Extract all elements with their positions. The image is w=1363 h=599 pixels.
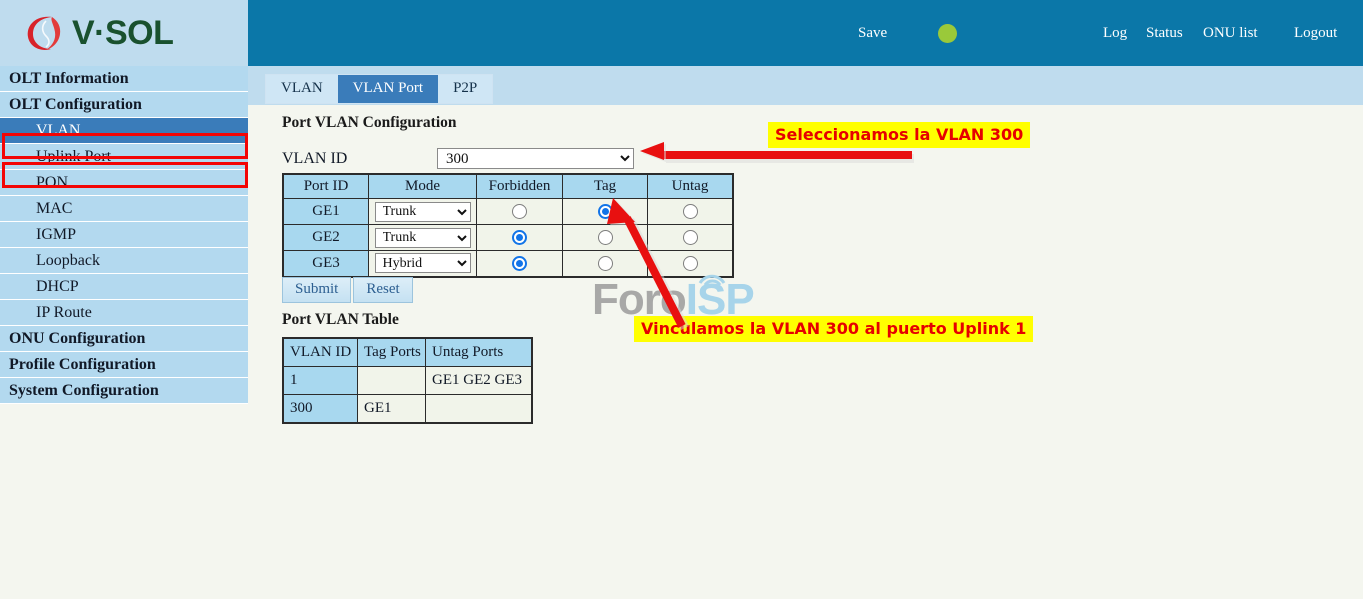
brand-logo: V·SOL	[0, 0, 248, 66]
column-header-mode: Mode	[368, 173, 477, 199]
top-header: V·SOL Save Log Status ONU list Logout	[0, 0, 1363, 66]
port-id-cell: GE1	[282, 198, 369, 225]
vsol-swirl-logo-icon	[22, 11, 66, 55]
sidebar-item-profile-configuration[interactable]: Profile Configuration	[0, 352, 248, 378]
forbidden-cell	[476, 198, 563, 225]
tab-vlan[interactable]: VLAN	[266, 75, 338, 103]
sidebar-item-vlan[interactable]: VLAN	[0, 118, 248, 144]
sidebar-item-igmp[interactable]: IGMP	[0, 222, 248, 248]
vlan-id-cell: 1	[282, 366, 358, 395]
main-content: Port VLAN Configuration VLAN ID 300 Port…	[248, 105, 1363, 599]
sidebar-item-loopback[interactable]: Loopback	[0, 248, 248, 274]
radio-tag-ge1[interactable]	[597, 204, 613, 220]
column-header-forbidden: Forbidden	[476, 173, 563, 199]
column-header-vlan-id: VLAN ID	[282, 337, 358, 367]
vlan-id-label: VLAN ID	[282, 149, 348, 167]
annotation-select-vlan: Seleccionamos la VLAN 300	[768, 122, 1031, 148]
status-link[interactable]: Status	[1146, 25, 1183, 42]
tab-strip: VLAN VLAN Port P2P	[265, 74, 494, 104]
sidebar-item-system-configuration[interactable]: System Configuration	[0, 378, 248, 404]
port-vlan-table: VLAN ID Tag Ports Untag Ports 1 GE1 GE2 …	[282, 337, 533, 424]
sidebar-menu: OLT Information OLT Configuration VLAN U…	[0, 66, 248, 404]
tab-p2p[interactable]: P2P	[438, 75, 493, 103]
sidebar-item-ip-route[interactable]: IP Route	[0, 300, 248, 326]
untag-ports-cell: GE1 GE2 GE3	[425, 366, 533, 395]
column-header-tag-ports: Tag Ports	[357, 337, 426, 367]
sidebar-item-olt-information[interactable]: OLT Information	[0, 66, 248, 92]
untag-cell	[647, 224, 734, 251]
reset-button[interactable]: Reset	[353, 277, 413, 303]
table-row: GE2 Trunk	[282, 224, 734, 251]
untag-cell	[647, 250, 734, 277]
brand-name: V·SOL	[72, 13, 174, 52]
radio-forbidden-ge3[interactable]	[512, 255, 527, 271]
vlan-id-row: VLAN ID 300	[282, 148, 634, 169]
radio-tag-ge3[interactable]	[597, 255, 613, 271]
radio-tag-ge2[interactable]	[597, 230, 613, 246]
table-row: 1 GE1 GE2 GE3	[282, 366, 533, 395]
tag-cell	[562, 198, 648, 225]
column-header-untag: Untag	[647, 173, 734, 199]
mode-select-ge2[interactable]: Trunk	[374, 227, 471, 248]
tab-vlan-port[interactable]: VLAN Port	[337, 75, 439, 103]
mode-cell: Hybrid	[368, 250, 477, 277]
log-link[interactable]: Log	[1103, 25, 1127, 42]
save-button[interactable]: Save	[858, 25, 887, 42]
tag-ports-cell: GE1	[357, 394, 426, 424]
sidebar-item-onu-configuration[interactable]: ONU Configuration	[0, 326, 248, 352]
mode-select-ge1[interactable]: Trunk	[374, 201, 471, 222]
table-row: GE1 Trunk	[282, 198, 734, 225]
form-buttons: Submit Reset	[282, 277, 413, 303]
port-vlan-config-table: Port ID Mode Forbidden Tag Untag GE1 Tru…	[282, 173, 734, 278]
vlan-id-select[interactable]: 300	[437, 148, 634, 169]
header-nav-bar: Save Log Status ONU list Logout	[248, 0, 1363, 66]
port-id-cell: GE3	[282, 250, 369, 277]
sidebar-item-uplink-port[interactable]: Uplink Port	[0, 144, 248, 170]
table-header-row: Port ID Mode Forbidden Tag Untag	[282, 173, 734, 199]
untag-cell	[647, 198, 734, 225]
sidebar-item-pon[interactable]: PON	[0, 170, 248, 196]
column-header-port-id: Port ID	[282, 173, 369, 199]
tag-cell	[562, 250, 648, 277]
forbidden-cell	[476, 250, 563, 277]
logout-link[interactable]: Logout	[1294, 25, 1337, 42]
radio-forbidden-ge2[interactable]	[512, 230, 527, 246]
column-header-tag: Tag	[562, 173, 648, 199]
table-header-row: VLAN ID Tag Ports Untag Ports	[282, 337, 533, 367]
tab-strip-band: VLAN VLAN Port P2P	[248, 66, 1363, 105]
radio-forbidden-ge1[interactable]	[512, 204, 527, 220]
radio-untag-ge1[interactable]	[682, 204, 698, 220]
column-header-untag-ports: Untag Ports	[425, 337, 533, 367]
submit-button[interactable]: Submit	[282, 277, 352, 303]
sidebar-item-mac[interactable]: MAC	[0, 196, 248, 222]
forbidden-cell	[476, 224, 563, 251]
tag-cell	[562, 224, 648, 251]
untag-ports-cell	[425, 394, 533, 424]
mode-cell: Trunk	[368, 198, 477, 225]
table-row: GE3 Hybrid	[282, 250, 734, 277]
sidebar-item-olt-configuration[interactable]: OLT Configuration	[0, 92, 248, 118]
vlan-id-cell: 300	[282, 394, 358, 424]
sidebar-item-dhcp[interactable]: DHCP	[0, 274, 248, 300]
onu-list-link[interactable]: ONU list	[1203, 25, 1258, 42]
section-title-port-vlan-table: Port VLAN Table	[282, 311, 399, 328]
radio-untag-ge3[interactable]	[682, 255, 698, 271]
status-indicator-dot	[938, 24, 957, 43]
tag-ports-cell	[357, 366, 426, 395]
mode-cell: Trunk	[368, 224, 477, 251]
annotation-bind-vlan-uplink: Vinculamos la VLAN 300 al puerto Uplink …	[634, 316, 1034, 342]
radio-untag-ge2[interactable]	[682, 230, 698, 246]
page-title-port-vlan-configuration: Port VLAN Configuration	[282, 114, 457, 131]
port-id-cell: GE2	[282, 224, 369, 251]
table-row: 300 GE1	[282, 394, 533, 424]
mode-select-ge3[interactable]: Hybrid	[374, 253, 471, 274]
